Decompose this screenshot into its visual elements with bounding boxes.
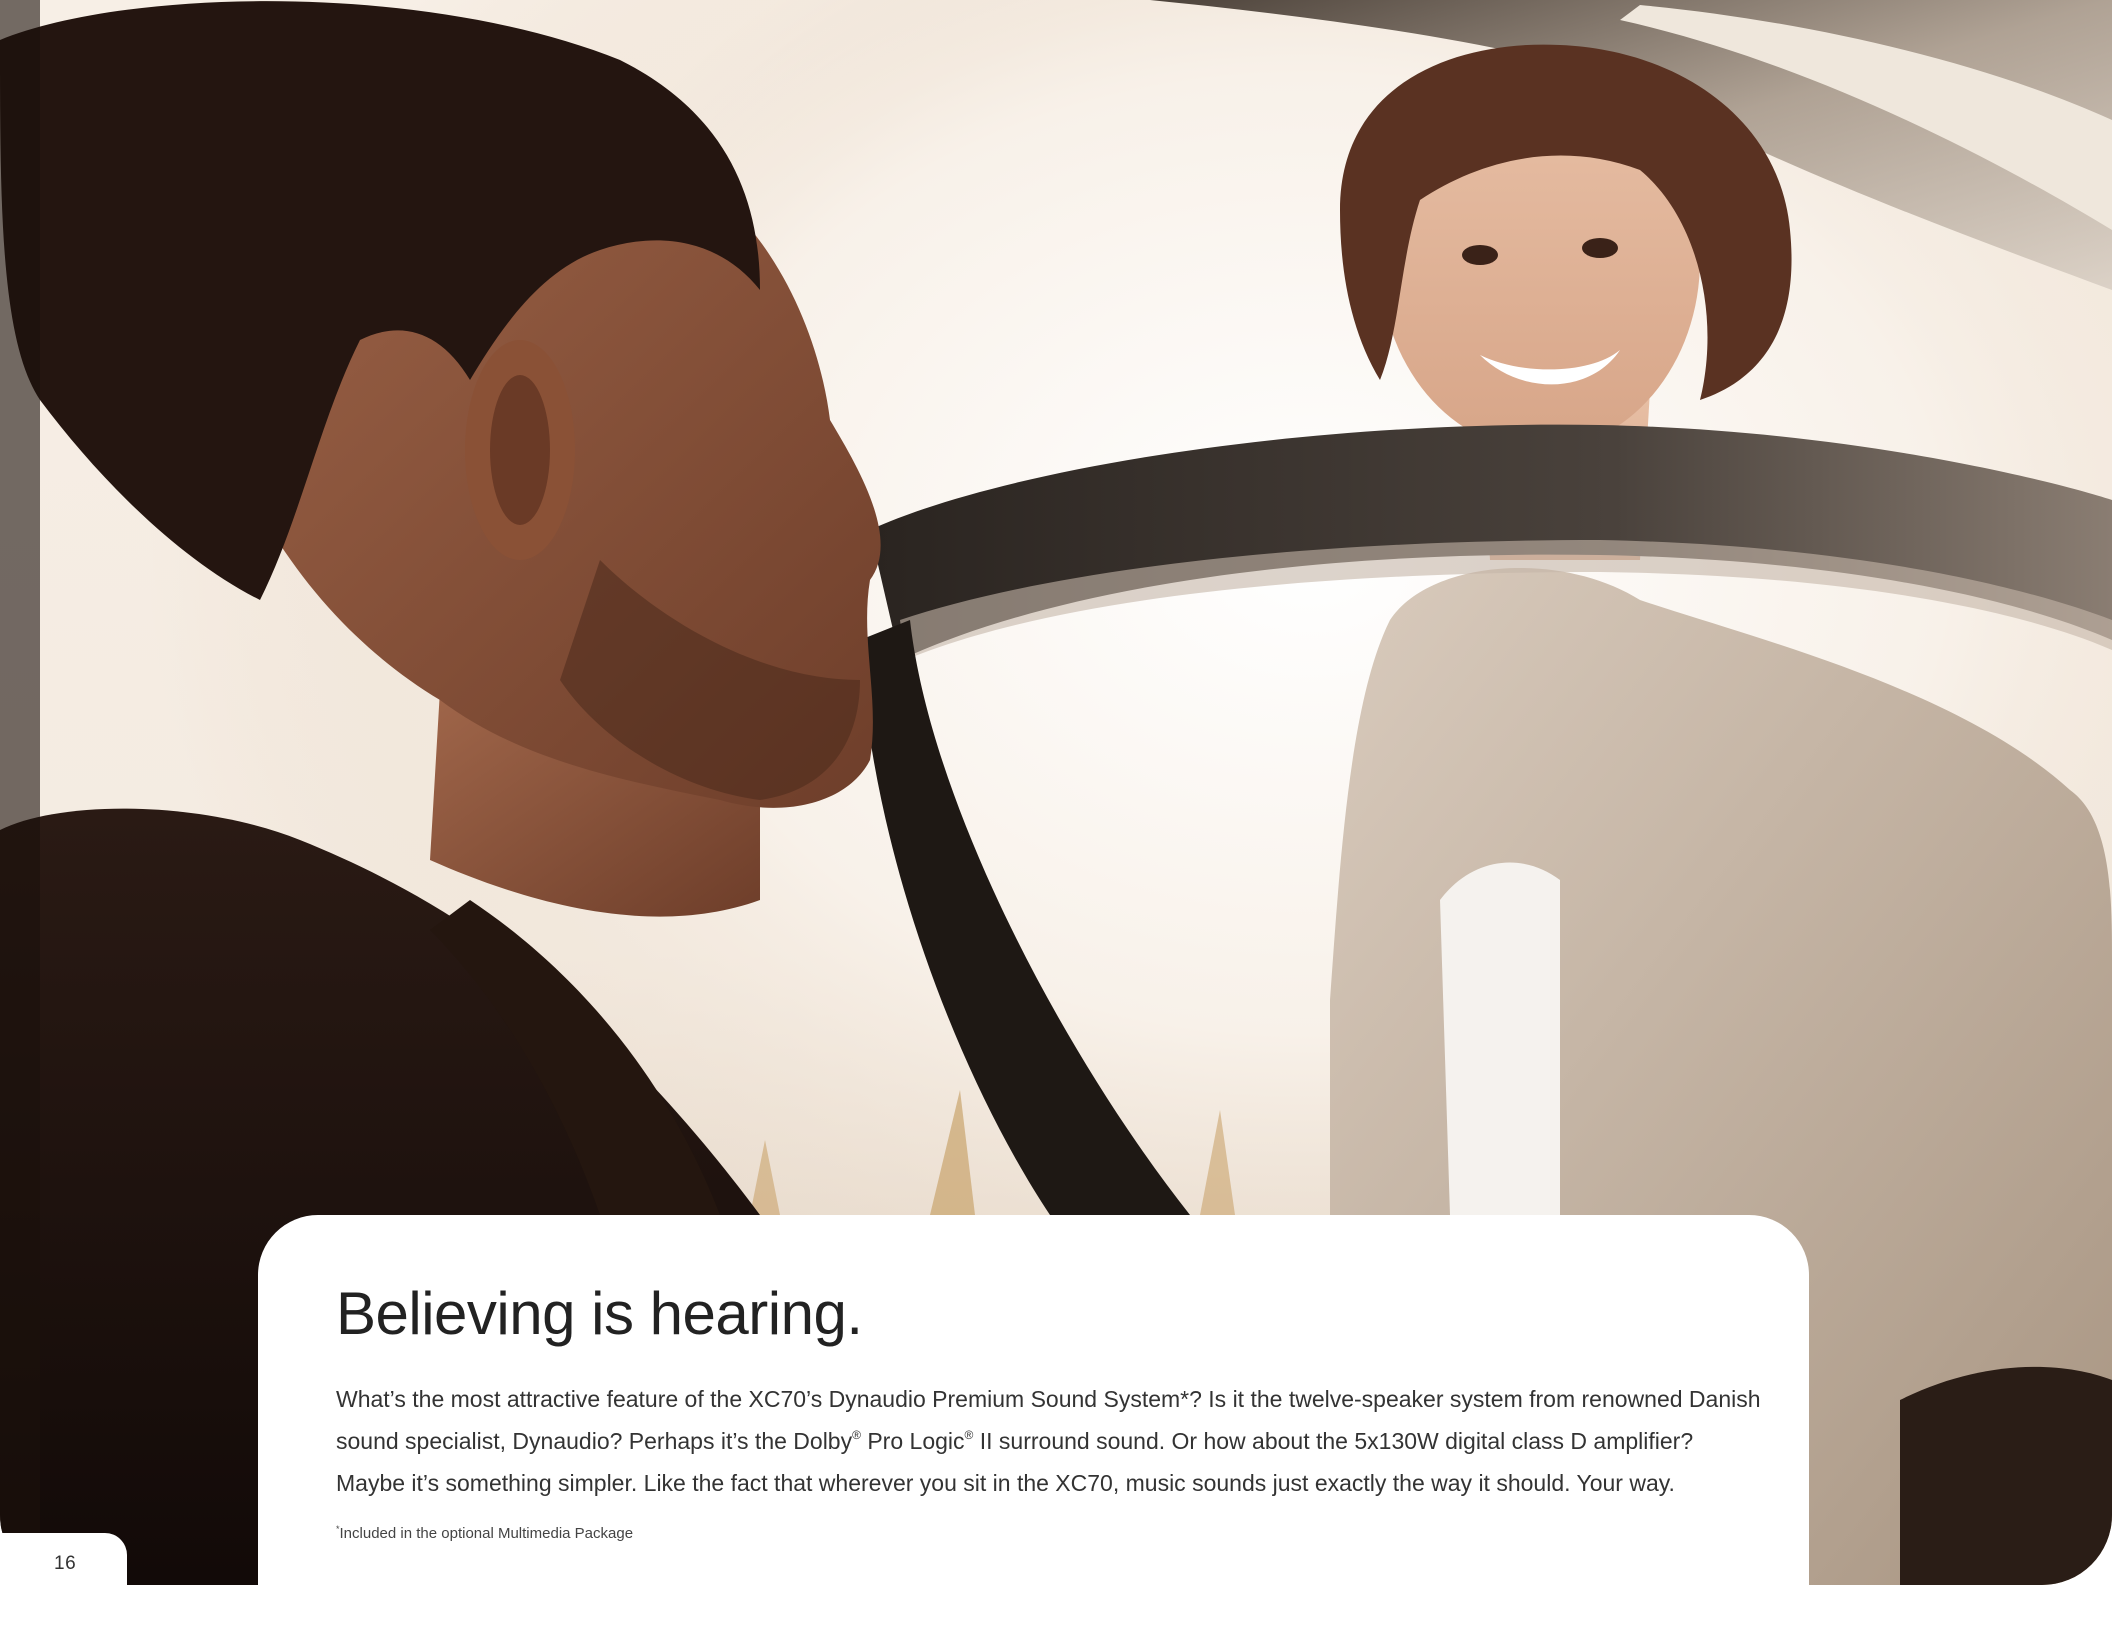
body-line-2-part-2: Pro Logic bbox=[860, 1428, 965, 1454]
headline: Believing is hearing. bbox=[336, 1280, 863, 1347]
body-line-3: Maybe it’s something simpler. Like the f… bbox=[336, 1470, 1675, 1496]
page-number: 16 bbox=[54, 1553, 77, 1574]
registered-mark-1: ® bbox=[852, 1428, 861, 1442]
footnote: *Included in the optional Multimedia Pac… bbox=[336, 1525, 634, 1543]
body-line-1: What’s the most attractive feature of th… bbox=[336, 1386, 1761, 1412]
body-line-2: sound specialist, Dynaudio? Perhaps it’s… bbox=[336, 1420, 1776, 1462]
body-line-2-part-1: sound specialist, Dynaudio? Perhaps it’s… bbox=[336, 1428, 853, 1454]
footnote-text: Included in the optional Multimedia Pack… bbox=[339, 1525, 634, 1542]
body-copy: What’s the most attractive feature of th… bbox=[336, 1378, 1776, 1504]
body-line-2-part-3: II surround sound. Or how about the 5x13… bbox=[973, 1428, 1694, 1454]
